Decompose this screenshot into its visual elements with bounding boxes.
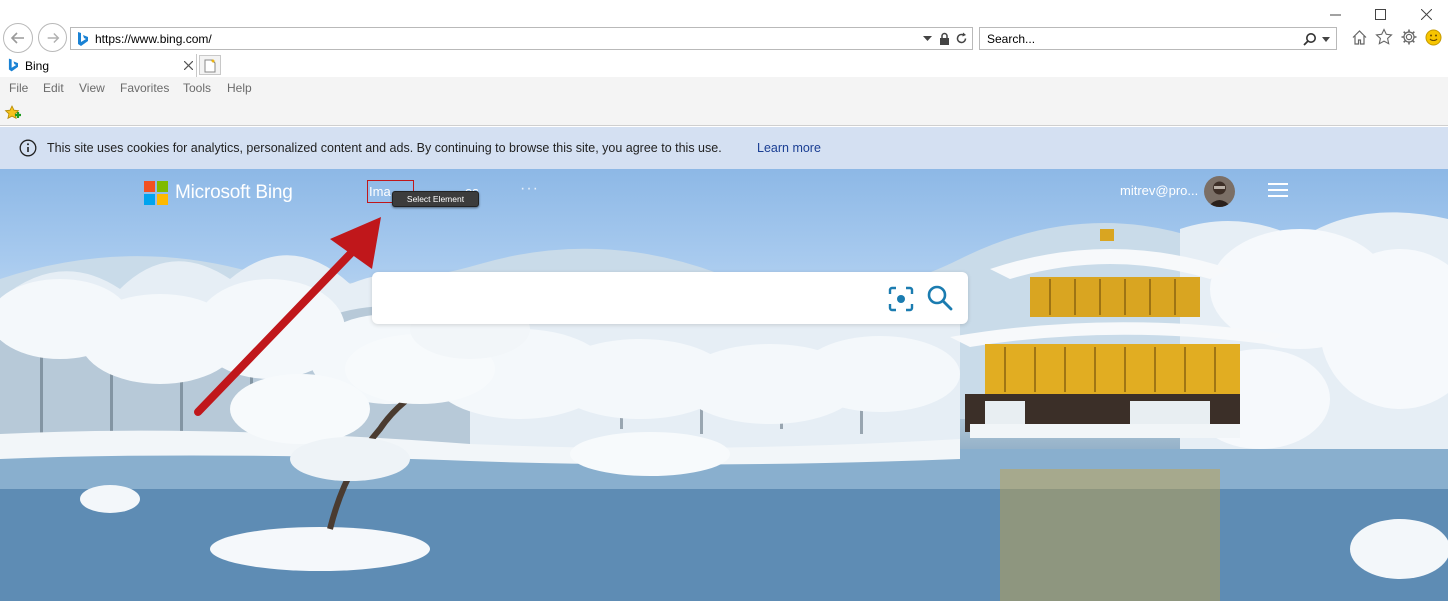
menu-tools[interactable]: Tools — [183, 81, 211, 95]
back-icon — [10, 32, 24, 44]
dropdown-icon[interactable] — [1322, 37, 1330, 42]
learn-more-link[interactable]: Learn more — [757, 141, 821, 155]
browser-titlebar: https://www.bing.com/ Search... — [0, 0, 1448, 53]
menu-bar: File Edit View Favorites Tools Help — [0, 77, 1448, 99]
close-icon[interactable] — [184, 61, 193, 70]
menu-edit[interactable]: Edit — [43, 81, 64, 95]
tab-title[interactable]: Bing — [25, 59, 49, 73]
smiley-icon[interactable] — [1425, 29, 1442, 46]
search-icon[interactable] — [1303, 32, 1317, 46]
refresh-icon[interactable] — [955, 32, 968, 45]
close-icon — [1420, 8, 1432, 20]
gear-icon[interactable] — [1400, 28, 1418, 46]
forward-button[interactable] — [38, 23, 67, 52]
tab-bing[interactable]: Bing — [0, 54, 197, 77]
bing-search-box[interactable] — [372, 272, 968, 324]
bing-favicon — [78, 32, 88, 46]
home-icon[interactable] — [1351, 29, 1368, 46]
hamburger-icon[interactable] — [1268, 182, 1288, 198]
address-url[interactable]: https://www.bing.com/ — [95, 32, 212, 46]
minimize-button[interactable] — [1325, 4, 1345, 24]
cookie-text: This site uses cookies for analytics, pe… — [47, 141, 722, 155]
dropdown-icon[interactable] — [923, 36, 932, 42]
visual-search-icon[interactable] — [888, 286, 914, 312]
close-window-button[interactable] — [1416, 4, 1436, 24]
forward-icon — [47, 32, 59, 43]
menu-view[interactable]: View — [79, 81, 105, 95]
new-tab-icon — [204, 59, 216, 73]
menu-favorites[interactable]: Favorites — [120, 81, 169, 95]
lock-icon[interactable] — [939, 32, 950, 45]
bing-search-input[interactable] — [386, 286, 876, 310]
avatar[interactable] — [1204, 176, 1235, 207]
microsoft-bing-logo[interactable]: Microsoft Bing — [144, 180, 304, 206]
favorites-add-icon[interactable] — [4, 105, 22, 121]
select-element-tooltip: Select Element — [392, 191, 479, 207]
cookie-banner: This site uses cookies for analytics, pe… — [0, 127, 1448, 169]
new-tab-button[interactable] — [199, 55, 221, 75]
bing-favicon — [8, 58, 18, 72]
menu-help[interactable]: Help — [227, 81, 252, 95]
info-icon — [19, 139, 37, 157]
search-icon[interactable] — [926, 284, 954, 312]
bing-logo-text: Microsoft Bing — [175, 182, 293, 203]
browser-search-field[interactable]: Search... — [979, 27, 1337, 50]
microsoft-logo-icon — [144, 181, 168, 205]
user-account-name[interactable]: mitrev@pro... — [1120, 183, 1198, 198]
address-bar[interactable]: https://www.bing.com/ — [70, 27, 973, 50]
favorites-star-icon[interactable] — [1375, 28, 1393, 46]
nav-more-button[interactable]: ··· — [520, 180, 539, 198]
back-button[interactable] — [3, 23, 33, 53]
maximize-button[interactable] — [1370, 4, 1390, 24]
bing-hero-background — [0, 169, 1448, 601]
menu-file[interactable]: File — [9, 81, 28, 95]
favorites-bar — [0, 99, 1448, 126]
browser-search-placeholder[interactable]: Search... — [987, 32, 1035, 46]
snowy-temple-scene — [0, 212, 1448, 601]
